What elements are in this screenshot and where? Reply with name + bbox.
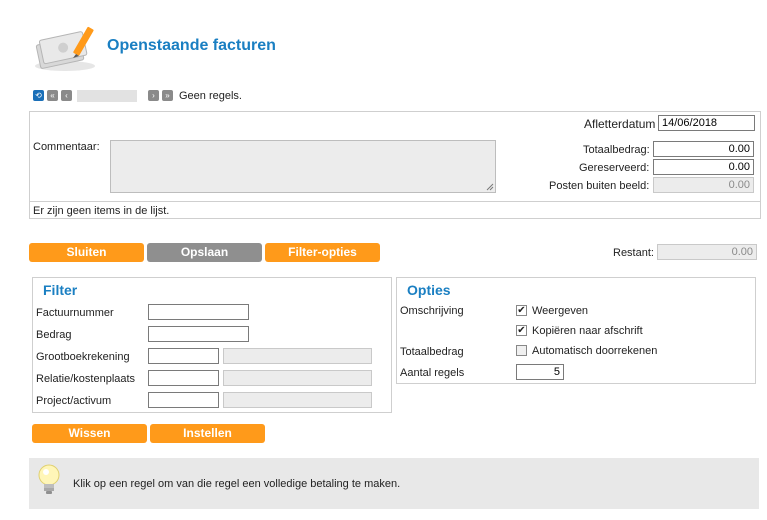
kopieren-label: Kopiëren naar afschrift [532, 325, 643, 337]
omschrijving-label: Omschrijving [400, 305, 464, 317]
next-page-icon[interactable]: › [148, 90, 159, 101]
commentaar-label: Commentaar: [33, 141, 100, 153]
automatisch-checkbox[interactable] [516, 345, 527, 356]
totaalbedrag-label: Totaalbedrag: [583, 144, 650, 156]
wissen-button[interactable]: Wissen [32, 424, 147, 443]
divider [29, 201, 761, 202]
sluiten-button[interactable]: Sluiten [29, 243, 144, 262]
factuurnummer-field[interactable] [148, 304, 249, 320]
last-page-icon[interactable]: » [162, 90, 173, 101]
factuurnummer-label: Factuurnummer [36, 307, 114, 319]
grootboekrekening-description-field [223, 348, 372, 364]
posten-buiten-beeld-label: Posten buiten beeld: [549, 180, 650, 192]
opties-title: Opties [407, 282, 451, 298]
hint-bar: Klik op een regel om van die regel een v… [29, 458, 759, 509]
resize-handle-icon[interactable] [486, 183, 494, 191]
kopieren-checkbox[interactable]: ✔ [516, 325, 527, 336]
bedrag-field[interactable] [148, 326, 249, 342]
relatie-kostenplaats-description-field [223, 370, 372, 386]
prev-page-icon[interactable]: ‹ [61, 90, 72, 101]
aantal-regels-label: Aantal regels [400, 367, 465, 379]
weergeven-label: Weergeven [532, 305, 589, 317]
refresh-icon[interactable]: ⟲ [33, 90, 44, 101]
first-page-icon[interactable]: « [47, 90, 58, 101]
project-activum-code-field[interactable] [148, 392, 219, 408]
automatisch-label: Automatisch doorrekenen [532, 345, 658, 357]
grootboekrekening-code-field[interactable] [148, 348, 219, 364]
relatie-kostenplaats-code-field[interactable] [148, 370, 219, 386]
project-activum-label: Project/activum [36, 395, 112, 407]
filter-opties-button[interactable]: Filter-opties [265, 243, 380, 262]
project-activum-description-field [223, 392, 372, 408]
restant-field [657, 244, 757, 260]
posten-buiten-beeld-field [653, 177, 754, 193]
restant-label: Restant: [613, 247, 654, 259]
opslaan-button[interactable]: Opslaan [147, 243, 262, 262]
page-title: Openstaande facturen [107, 37, 276, 54]
lightbulb-icon [38, 464, 60, 494]
relatie-kostenplaats-label: Relatie/kostenplaats [36, 373, 136, 385]
gereserveerd-label: Gereserveerd: [579, 162, 650, 174]
aantal-regels-field[interactable] [516, 364, 564, 380]
bedrag-label: Bedrag [36, 329, 72, 341]
record-navigator-track[interactable] [77, 90, 137, 102]
instellen-button[interactable]: Instellen [150, 424, 265, 443]
weergeven-checkbox[interactable]: ✔ [516, 305, 527, 316]
afletterdatum-label: Afletterdatum [584, 117, 656, 131]
grootboekrekening-label: Grootboekrekening [36, 351, 130, 363]
totaalbedrag-option-label: Totaalbedrag [400, 346, 464, 358]
afletterdatum-field[interactable] [658, 115, 755, 131]
invoice-pencil-icon [32, 24, 98, 72]
gereserveerd-field[interactable] [653, 159, 754, 175]
empty-list-message: Er zijn geen items in de lijst. [33, 205, 170, 217]
totaalbedrag-field[interactable] [653, 141, 754, 157]
hint-text: Klik op een regel om van die regel een v… [73, 478, 401, 490]
nav-status: Geen regels. [179, 90, 242, 102]
commentaar-textarea[interactable] [110, 140, 496, 193]
filter-title: Filter [43, 282, 78, 298]
